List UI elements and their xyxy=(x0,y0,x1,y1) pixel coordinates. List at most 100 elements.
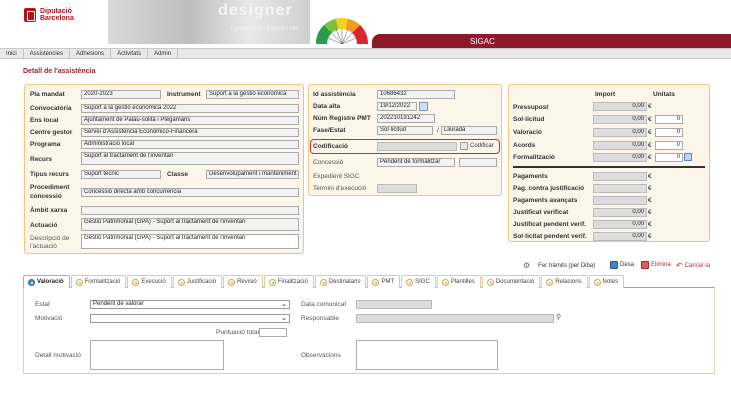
puntuacio-total-field[interactable] xyxy=(259,328,287,337)
centre-gestor-label: Centre gestor xyxy=(30,129,73,136)
formalitzacio-currency: € xyxy=(648,154,652,161)
fase-estat-separator: / xyxy=(437,127,439,134)
tab-sigc[interactable]: SIGC xyxy=(401,275,436,288)
desa-button[interactable]: Desa xyxy=(610,261,634,269)
sollicitud-unitats[interactable]: 0 xyxy=(655,115,683,124)
observacions-label: Observacions xyxy=(301,352,341,359)
pagaments-avancats-label: Pagaments avançats xyxy=(513,197,578,204)
menu-item-adhesions[interactable]: Adhesions xyxy=(70,49,112,58)
actuacio-label: Actuació xyxy=(30,222,58,229)
tab-revisio[interactable]: Revisió xyxy=(223,275,263,288)
tipus-recurs-label: Tipus recurs xyxy=(30,171,69,178)
tab-valoracio[interactable]: Valoració xyxy=(23,275,70,288)
pressupost-label: Pressupost xyxy=(513,104,549,111)
motivacio-label: Motivació xyxy=(35,315,63,322)
logo-line1: Diputació xyxy=(40,8,72,15)
data-alta-field: 19/12/2022 xyxy=(377,102,417,111)
estat-select-value: Pendent de valorar xyxy=(93,301,144,307)
programa-label: Programa xyxy=(30,141,61,148)
acords-currency: € xyxy=(648,142,652,149)
convocatoria-field: Suport a la gestió econòmica 2022 xyxy=(81,104,299,113)
cancella-button[interactable]: ↶ Cancel·la xyxy=(676,261,710,270)
formalitzacio-import: 0,00 xyxy=(593,153,647,162)
diputacio-logo[interactable]: Diputació Barcelona xyxy=(24,8,74,22)
tab-label: Plantilles xyxy=(450,279,475,285)
fer-tramits-button[interactable]: ⚙ Fer tràmits (per Diba) xyxy=(523,261,595,270)
pla-mandat-field: 2020-2023 xyxy=(81,90,161,99)
tab-label: Revisió xyxy=(237,279,257,285)
formalitzacio-unitats[interactable]: 0 xyxy=(655,153,683,162)
tipus-recurs-field: Suport tècnic xyxy=(81,170,161,179)
pagaments-import xyxy=(593,172,647,181)
tab-label: Documentació xyxy=(495,279,535,285)
termini-execucio-label: Termini d'execució xyxy=(313,185,367,192)
search-icon[interactable]: ⚲ xyxy=(556,313,561,321)
menu-item-inici[interactable]: Inici xyxy=(0,49,24,58)
id-assistencia-label: Id assistència xyxy=(313,91,356,98)
detall-motivacio-textarea[interactable] xyxy=(90,340,224,370)
valoracio-amount-label: Valoració xyxy=(513,129,542,136)
menu-item-assistencies[interactable]: Assistències xyxy=(24,49,71,58)
tab-justificacio[interactable]: Justificació xyxy=(172,275,223,288)
unitats-header: Unitats xyxy=(653,91,676,98)
tab-status-icon xyxy=(268,278,276,286)
tab-status-icon xyxy=(441,278,449,286)
tab-status-icon xyxy=(177,278,185,286)
motivacio-select[interactable]: ⌄ xyxy=(90,314,290,323)
tab-destinataris[interactable]: Destinataris xyxy=(314,275,367,288)
descripcio-label-line2: l'actuació xyxy=(30,243,57,250)
tab-formalitzacio[interactable]: Formalització xyxy=(70,275,127,288)
justificat-pendent-currency: € xyxy=(648,221,652,228)
data-comunicat-label: Data comunicat xyxy=(301,301,347,308)
tab-relacions[interactable]: Relacions xyxy=(541,275,588,288)
termini-execucio-field xyxy=(377,184,417,193)
chevron-down-icon: ⌄ xyxy=(281,315,287,322)
tab-execucio[interactable]: Execució xyxy=(127,275,172,288)
acords-unitats[interactable]: 0 xyxy=(655,141,683,150)
formalitzacio-amount-label: Formalització xyxy=(513,154,555,161)
data-alta-label: Data alta xyxy=(313,103,341,110)
formalitzacio-copy-icon[interactable] xyxy=(684,153,692,161)
tab-label: Valoració xyxy=(37,279,64,285)
elimina-button[interactable]: Elimina xyxy=(641,261,671,269)
pla-mandat-label: Pla mandat xyxy=(30,91,65,98)
convocatoria-label: Convocatòria xyxy=(30,105,72,112)
concessio-field: Pendent de formalitzar xyxy=(377,158,455,167)
justificat-pendent-import: 0,00 xyxy=(593,220,647,229)
observacions-textarea[interactable] xyxy=(356,340,498,370)
tab-status-icon xyxy=(546,278,554,286)
justificat-verificat-currency: € xyxy=(648,209,652,216)
tab-documentacio[interactable]: Documentació xyxy=(481,275,541,288)
tab-status-icon xyxy=(406,278,414,286)
responsable-field xyxy=(356,314,554,323)
responsable-label: Responsable xyxy=(301,315,339,322)
tab-finalitzacio[interactable]: Finalització xyxy=(263,275,314,288)
valoracio-unitats[interactable]: 0 xyxy=(655,128,683,137)
tab-pmt[interactable]: PMT xyxy=(367,275,401,288)
estat-select[interactable]: Pendent de valorar ⌄ xyxy=(90,300,290,309)
banner-text-2: Typography • Export • Hel xyxy=(230,26,299,32)
calendar-icon[interactable] xyxy=(419,102,428,111)
acords-label: Acords xyxy=(513,142,536,149)
justificat-pendent-label: Justificat pendent verif. xyxy=(513,221,586,228)
gauge-graphic-icon xyxy=(315,17,369,44)
pag-contra-justificacio-currency: € xyxy=(648,185,652,192)
tab-notes[interactable]: Notes xyxy=(588,275,625,288)
tab-label: Relacions xyxy=(555,279,582,285)
totals-divider xyxy=(513,166,705,168)
menu-item-admin[interactable]: Admin xyxy=(148,49,179,58)
chevron-down-icon: ⌄ xyxy=(281,301,287,308)
menu-item-activitats[interactable]: Activitats xyxy=(111,49,149,58)
tab-plantilles[interactable]: Plantilles xyxy=(436,275,481,288)
desa-label: Desa xyxy=(620,262,635,268)
elimina-label: Elimina xyxy=(651,262,671,268)
descripcio-field[interactable]: Gestió Patrimonial (GPA) - Suport al tra… xyxy=(81,234,299,249)
logo-line2: Barcelona xyxy=(40,15,74,22)
sollicitat-pendent-currency: € xyxy=(648,233,652,240)
fase-field: Sol·licitud xyxy=(377,126,433,135)
justificat-verificat-label: Justificat verificat xyxy=(513,209,569,216)
tab-status-icon xyxy=(132,278,140,286)
recurs-label: Recurs xyxy=(30,156,53,163)
tab-status-icon xyxy=(75,278,83,286)
id-assistencia-field: 10686432 xyxy=(377,90,455,99)
